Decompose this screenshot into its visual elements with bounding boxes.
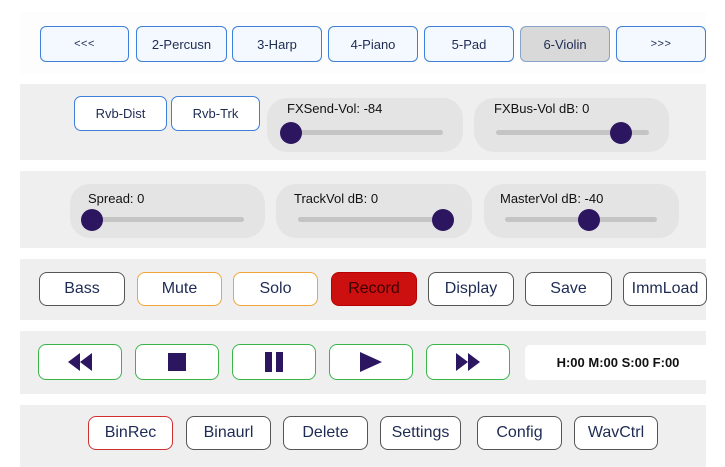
rvb-dist-button[interactable]: Rvb-Dist <box>74 96 167 131</box>
fxsend-slider: FXSend-Vol: -84 <box>267 98 463 152</box>
delete-button[interactable]: Delete <box>283 416 368 450</box>
previous-tracks-button[interactable]: <<< <box>40 26 129 62</box>
fxbus-thumb[interactable] <box>610 122 633 144</box>
stop-button[interactable] <box>135 344 219 380</box>
save-button[interactable]: Save <box>525 272 612 306</box>
tab-percussion[interactable]: 2-Percusn <box>136 26 227 62</box>
tab-pad[interactable]: 5-Pad <box>424 26 514 62</box>
rewind-icon <box>68 353 92 371</box>
stop-icon <box>168 353 186 371</box>
display-button[interactable]: Display <box>428 272 514 306</box>
pause-button[interactable] <box>232 344 316 380</box>
tools-panel: BinRec Binaurl Delete Settings Config Wa… <box>20 405 706 467</box>
binaurl-button[interactable]: Binaurl <box>186 416 271 450</box>
settings-button[interactable]: Settings <box>380 416 461 450</box>
spread-thumb[interactable] <box>81 209 103 231</box>
spread-track[interactable] <box>92 217 244 222</box>
fxbus-slider: FXBus-Vol dB: 0 <box>474 98 669 152</box>
transport-panel: H:00 M:00 S:00 F:00 <box>20 331 711 394</box>
immload-button[interactable]: ImmLoad <box>623 272 707 306</box>
config-button[interactable]: Config <box>477 416 562 450</box>
fxbus-label: FXBus-Vol dB: 0 <box>494 101 590 116</box>
play-button[interactable] <box>329 344 413 380</box>
rewind-button[interactable] <box>38 344 122 380</box>
timecode-display: H:00 M:00 S:00 F:00 <box>525 345 711 380</box>
tab-harp[interactable]: 3-Harp <box>232 26 322 62</box>
fxsend-track[interactable] <box>291 130 443 135</box>
wavctrl-button[interactable]: WavCtrl <box>574 416 658 450</box>
binrec-button[interactable]: BinRec <box>88 416 173 450</box>
trackvol-thumb[interactable] <box>432 209 455 231</box>
fxsend-label: FXSend-Vol: -84 <box>287 101 383 116</box>
spread-slider: Spread: 0 <box>70 184 265 238</box>
track-tab-bar: <<< 2-Percusn 3-Harp 4-Piano 5-Pad 6-Vio… <box>20 12 706 74</box>
mute-button[interactable]: Mute <box>137 272 222 306</box>
trackvol-slider: TrackVol dB: 0 <box>276 184 472 238</box>
bass-button[interactable]: Bass <box>39 272 125 306</box>
reverb-panel: Rvb-Dist Rvb-Trk FXSend-Vol: -84 FXBus-V… <box>20 84 706 160</box>
track-controls-panel: Bass Mute Solo Record Display Save ImmLo… <box>20 259 707 320</box>
solo-button[interactable]: Solo <box>233 272 318 306</box>
record-button[interactable]: Record <box>331 272 417 306</box>
trackvol-label: TrackVol dB: 0 <box>294 191 379 206</box>
mix-panel: Spread: 0 TrackVol dB: 0 MasterVol dB: -… <box>20 171 706 248</box>
tab-violin[interactable]: 6-Violin <box>520 26 610 62</box>
pause-icon <box>265 352 283 372</box>
play-icon <box>360 352 382 372</box>
rvb-trk-button[interactable]: Rvb-Trk <box>171 96 260 131</box>
trackvol-track[interactable] <box>298 217 451 222</box>
mastervol-thumb[interactable] <box>577 209 600 231</box>
mastervol-label: MasterVol dB: -40 <box>500 191 604 206</box>
fast-forward-icon <box>456 353 480 371</box>
next-tracks-button[interactable]: >>> <box>616 26 706 62</box>
mastervol-slider: MasterVol dB: -40 <box>484 184 679 238</box>
fxsend-thumb[interactable] <box>280 122 302 144</box>
spread-label: Spread: 0 <box>88 191 145 206</box>
fast-forward-button[interactable] <box>426 344 510 380</box>
tab-piano[interactable]: 4-Piano <box>328 26 418 62</box>
